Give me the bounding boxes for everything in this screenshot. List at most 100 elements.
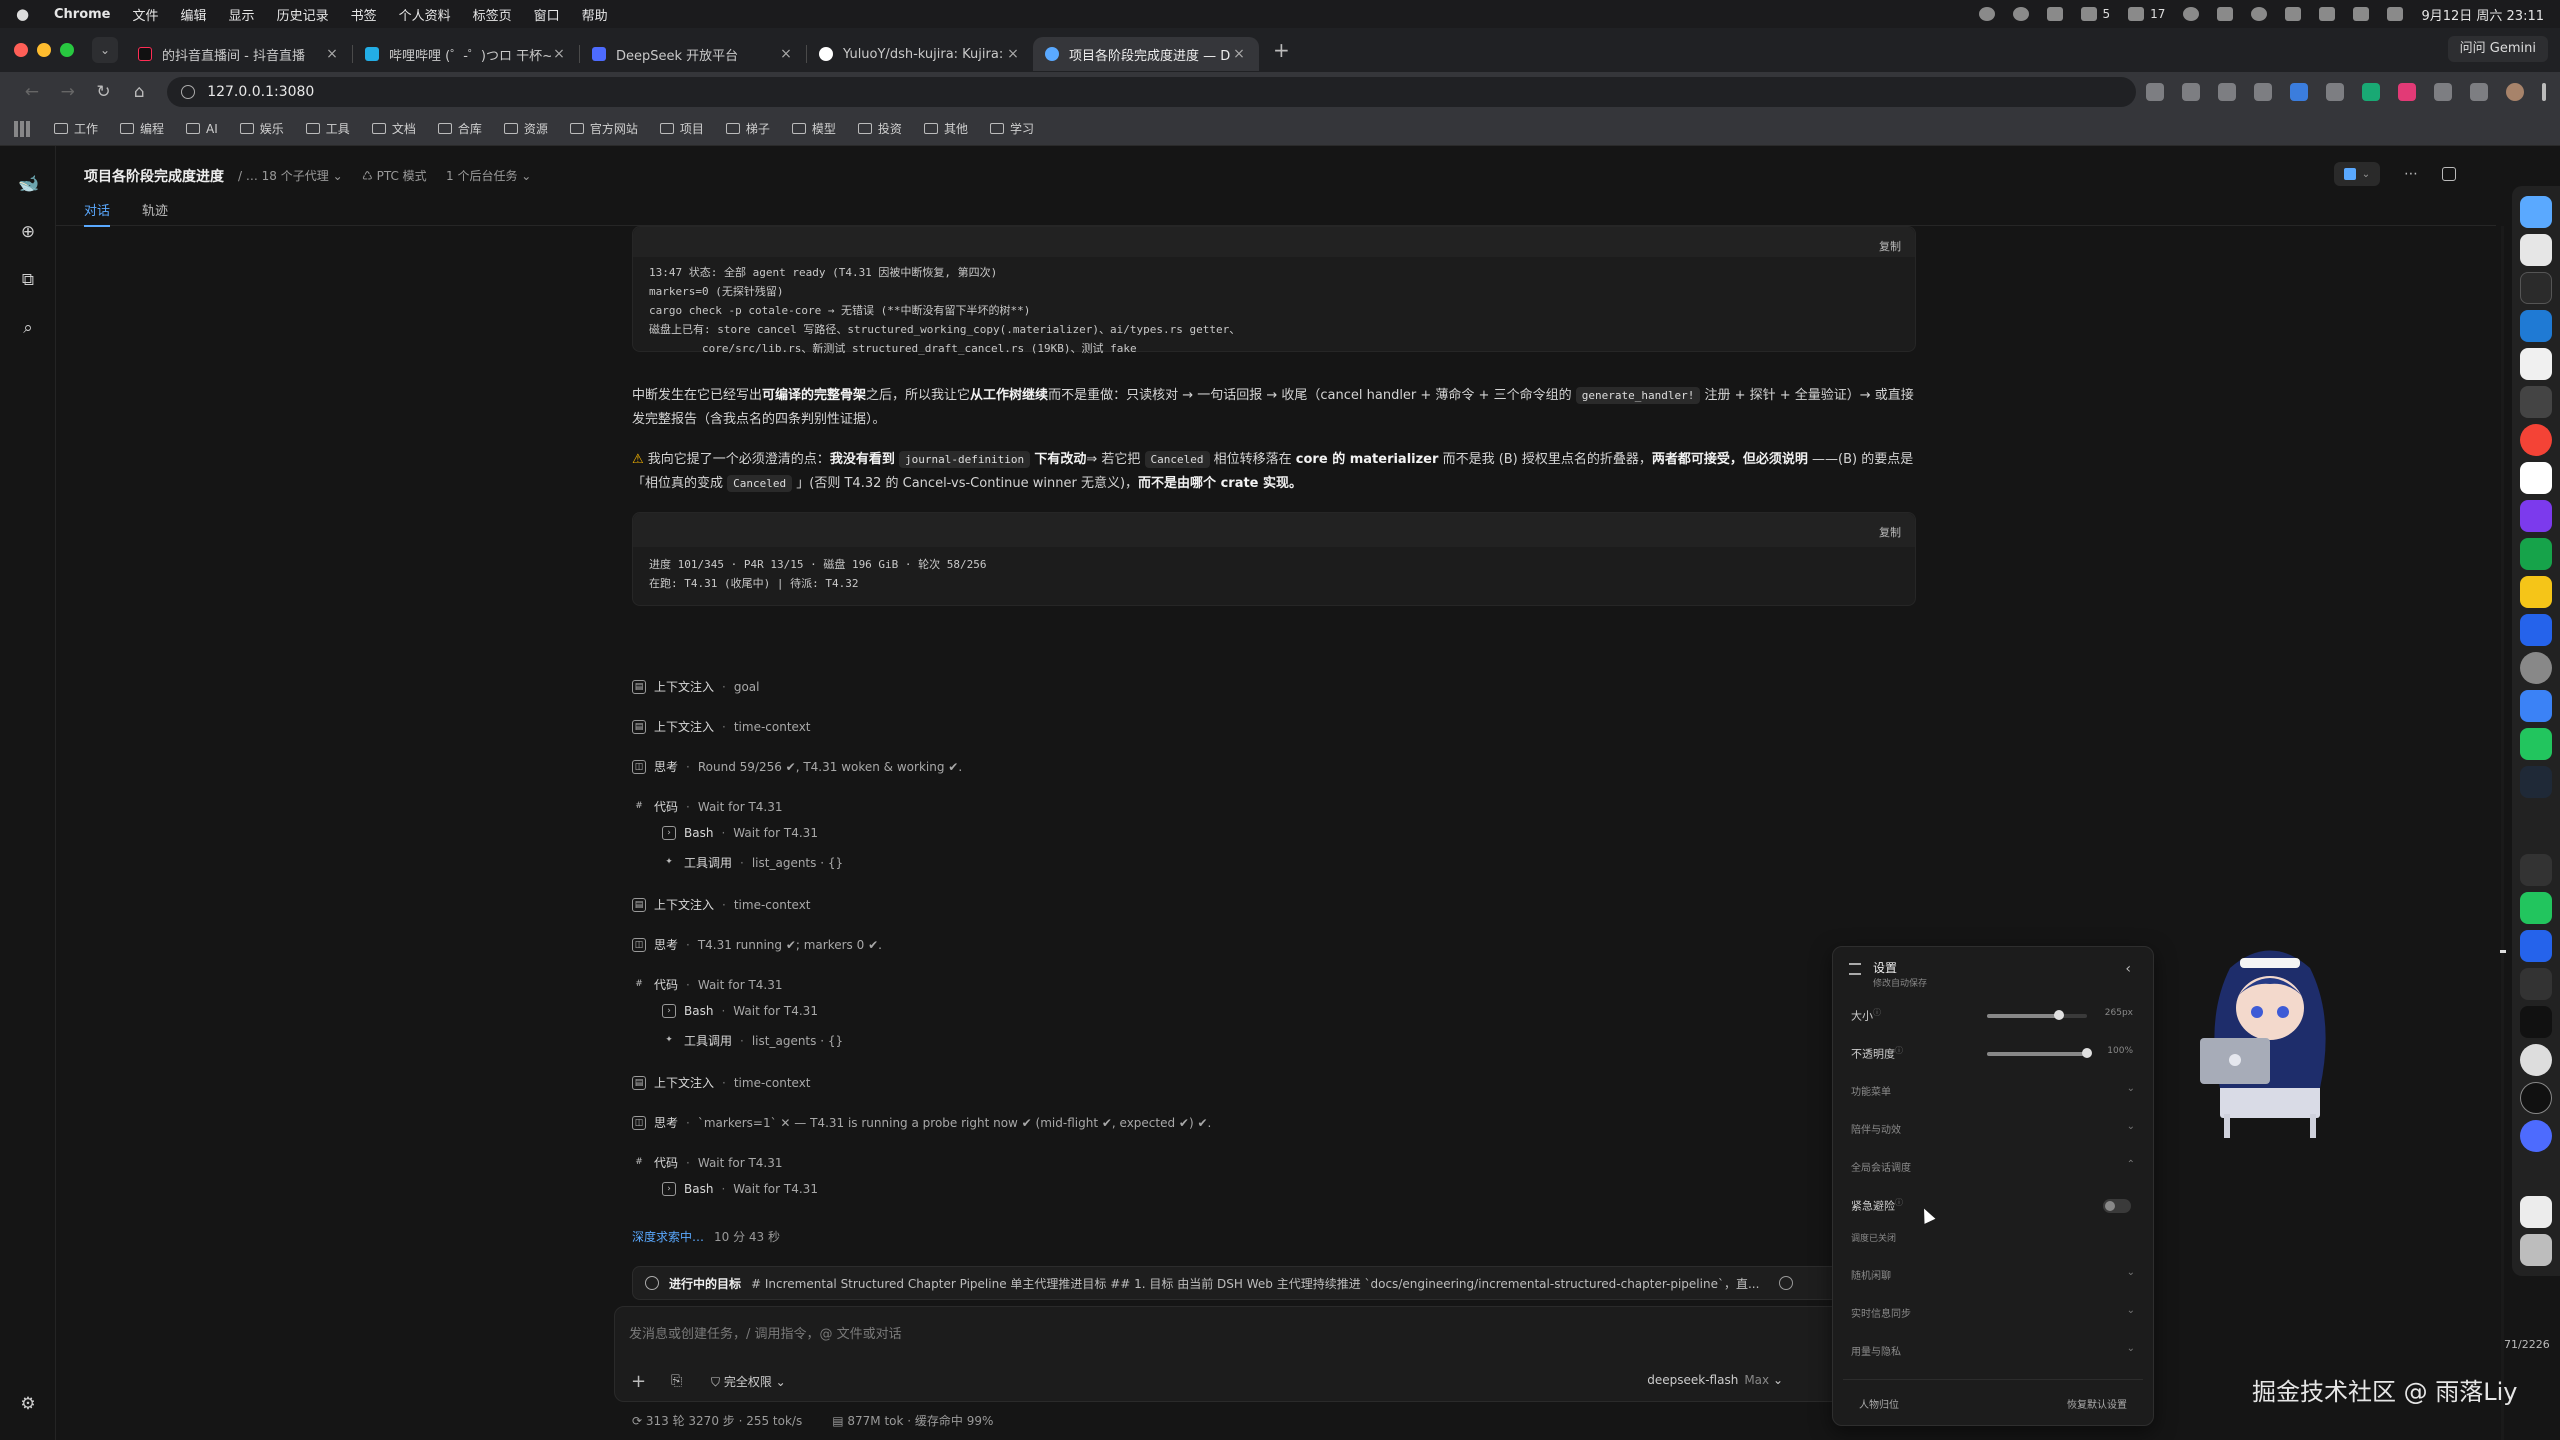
tab-bilibili[interactable]: 哔哩哔哩 (゜-゜)つロ 干杯~-bilibili × bbox=[353, 37, 579, 71]
bookmark-folder[interactable]: 官方网站 bbox=[569, 120, 638, 137]
close-tab-icon[interactable]: × bbox=[551, 46, 567, 62]
bookmark-folder[interactable]: 编程 bbox=[120, 120, 164, 137]
section-usage-privacy[interactable]: 用量与隐私 ⌄ bbox=[1851, 1343, 2139, 1363]
wechat-icon[interactable] bbox=[2520, 892, 2552, 924]
slider-knob[interactable] bbox=[2082, 1048, 2092, 1058]
menu-item-edit[interactable]: 编辑 bbox=[181, 5, 207, 24]
bookmark-folder[interactable]: 梯子 bbox=[725, 120, 770, 137]
trace-step[interactable]: ◫ 思考 · `markers=1` ✕ — T4.31 is running a p… bbox=[632, 1114, 1211, 1131]
size-slider[interactable] bbox=[1987, 1010, 2087, 1020]
bookmark-folder[interactable]: 学习 bbox=[989, 120, 1034, 137]
trace-substep[interactable]: ✦ 工具调用 · list_agents · {} bbox=[662, 854, 843, 871]
bookmark-folder[interactable]: 合库 bbox=[437, 120, 482, 137]
gear-icon[interactable]: ⚙ bbox=[18, 1394, 38, 1414]
copy-button[interactable]: 复制 bbox=[1879, 524, 1901, 540]
home-icon[interactable]: ⌂ bbox=[121, 82, 157, 102]
back-icon[interactable]: ← bbox=[14, 82, 50, 102]
bookmark-folder[interactable]: 文档 bbox=[371, 120, 416, 137]
openai-icon[interactable] bbox=[2012, 7, 2029, 21]
battery-icon[interactable] bbox=[2353, 7, 2370, 21]
transcript-scrollbar[interactable] bbox=[2496, 226, 2510, 1440]
deepseek-app-icon[interactable] bbox=[2520, 1120, 2552, 1152]
bookmark-folder[interactable]: 工作 bbox=[54, 120, 98, 137]
menu-app-name[interactable]: Chrome bbox=[54, 7, 111, 22]
section-global-dispatch[interactable]: 全局会话调度 ⌃ bbox=[1851, 1159, 2139, 1179]
extension-icon[interactable] bbox=[2362, 83, 2381, 101]
cursor-app-icon[interactable] bbox=[2520, 348, 2552, 380]
star-icon[interactable] bbox=[2218, 83, 2237, 101]
display-icon[interactable] bbox=[2285, 7, 2302, 21]
record-icon[interactable] bbox=[1978, 7, 1995, 21]
cast-icon[interactable] bbox=[2182, 83, 2201, 101]
whale-logo-icon[interactable]: 🐋 bbox=[18, 174, 39, 194]
trace-substep[interactable]: › Bash · Wait for T4.31 bbox=[662, 1004, 818, 1018]
tasks-icon[interactable]: ⧉ bbox=[18, 270, 38, 290]
profile-avatar-icon[interactable] bbox=[2506, 83, 2525, 101]
word-icon[interactable] bbox=[2520, 614, 2552, 646]
play-app-icon[interactable] bbox=[2520, 538, 2552, 570]
obsidian-icon[interactable] bbox=[2520, 500, 2552, 532]
tab-deepseek-platform[interactable]: DeepSeek 开放平台 × bbox=[580, 37, 806, 71]
qq-icon[interactable] bbox=[2520, 854, 2552, 886]
goal-dismiss-icon[interactable] bbox=[1779, 1276, 1794, 1290]
tab-search-icon[interactable]: ⌄ bbox=[92, 37, 118, 63]
vscode-icon[interactable] bbox=[2520, 310, 2552, 342]
trace-step[interactable]: # 代码 · Wait for T4.31 bbox=[632, 976, 782, 993]
bookmark-folder[interactable]: 项目 bbox=[659, 120, 704, 137]
close-tab-icon[interactable]: × bbox=[324, 46, 340, 62]
close-tab-icon[interactable]: × bbox=[1231, 46, 1247, 62]
reset-position-button[interactable]: 人物归位 bbox=[1859, 1396, 1899, 1411]
new-chat-icon[interactable]: ⊕ bbox=[18, 222, 38, 242]
menu-item-profiles[interactable]: 个人资料 bbox=[399, 5, 451, 24]
trace-step[interactable]: ▤ 上下文注入 · time-context bbox=[632, 718, 811, 735]
trace-step[interactable]: ◫ 思考 · Round 59/256 ✔, T4.31 woken & workin… bbox=[632, 758, 962, 775]
menu-item-file[interactable]: 文件 bbox=[133, 5, 159, 24]
sync-icon[interactable] bbox=[2080, 7, 2097, 21]
bookmark-folder[interactable]: 娱乐 bbox=[239, 120, 284, 137]
settings-app-icon[interactable] bbox=[2520, 652, 2552, 684]
extension-icon[interactable] bbox=[2326, 83, 2345, 101]
sparkle-icon[interactable] bbox=[2046, 7, 2063, 21]
section-companion-motion[interactable]: 陪伴与动效 ⌄ bbox=[1851, 1121, 2139, 1141]
message-input[interactable]: 发消息或创建任务，/ 调用指令，@ 文件或对话 bbox=[629, 1323, 902, 1342]
trace-step[interactable]: # 代码 · Wait for T4.31 bbox=[632, 798, 782, 815]
trace-step[interactable]: ▤ 上下文注入 · time-context bbox=[632, 1074, 811, 1091]
maps-icon[interactable] bbox=[2520, 576, 2552, 608]
tab-current-project[interactable]: 项目各阶段完成度进度 — DeepSeek × bbox=[1033, 37, 1259, 71]
desktop-pet-character[interactable] bbox=[2160, 938, 2340, 1138]
mail-icon[interactable] bbox=[2520, 690, 2552, 722]
permission-dropdown[interactable]: ⛉ 完全权限 ⌄ bbox=[711, 1373, 786, 1390]
bookmark-folder[interactable]: AI bbox=[186, 122, 218, 136]
section-realtime-sync[interactable]: 实时信息同步 ⌄ bbox=[1851, 1305, 2139, 1325]
bookmark-folder[interactable]: 资源 bbox=[503, 120, 548, 137]
terminal-icon[interactable] bbox=[2520, 272, 2552, 304]
tab-douyin[interactable]: 的抖音直播间 - 抖音直播 × bbox=[126, 37, 352, 71]
control-center-icon[interactable] bbox=[2387, 7, 2404, 21]
bell-icon[interactable] bbox=[2183, 7, 2200, 21]
subagents-dropdown[interactable]: / … 18 个子代理 ⌄ bbox=[238, 167, 343, 184]
extension-icon[interactable] bbox=[2398, 83, 2417, 101]
trace-step[interactable]: ▤ 上下文注入 · time-context bbox=[632, 896, 811, 913]
reload-icon[interactable]: ↻ bbox=[86, 82, 122, 102]
menu-item-help[interactable]: 帮助 bbox=[582, 5, 608, 24]
activity-monitor-icon[interactable] bbox=[2520, 766, 2552, 798]
tab-github[interactable]: YuluoY/dsh-kujira: Kujira: an agent × bbox=[807, 37, 1033, 71]
wechat-tray-icon[interactable] bbox=[2128, 7, 2145, 21]
menu-item-bookmarks[interactable]: 书签 bbox=[351, 5, 377, 24]
bluetooth-icon[interactable] bbox=[2217, 7, 2234, 21]
extension-icon[interactable] bbox=[2254, 83, 2273, 101]
restore-defaults-button[interactable]: 恢复默认设置 bbox=[2067, 1396, 2127, 1411]
address-bar[interactable]: 127.0.0.1:3080 bbox=[167, 77, 2137, 107]
chevron-left-icon[interactable]: ‹ bbox=[2125, 961, 2131, 977]
finder-icon[interactable] bbox=[2520, 196, 2552, 228]
site-info-icon[interactable] bbox=[181, 85, 196, 99]
trash-icon[interactable] bbox=[2520, 1234, 2552, 1266]
trace-substep[interactable]: › Bash · Wait for T4.31 bbox=[662, 826, 818, 840]
menu-item-history[interactable]: 历史记录 bbox=[277, 5, 329, 24]
copy-button[interactable]: 复制 bbox=[1879, 238, 1901, 254]
background-tasks-dropdown[interactable]: 1 个后台任务 ⌄ bbox=[446, 167, 531, 184]
section-feature-menu[interactable]: 功能菜单 ⌄ bbox=[1851, 1083, 2139, 1103]
pet-app-icon[interactable] bbox=[2520, 1044, 2552, 1076]
todo-icon[interactable] bbox=[2520, 930, 2552, 962]
downloads-icon[interactable] bbox=[2520, 1196, 2552, 1228]
